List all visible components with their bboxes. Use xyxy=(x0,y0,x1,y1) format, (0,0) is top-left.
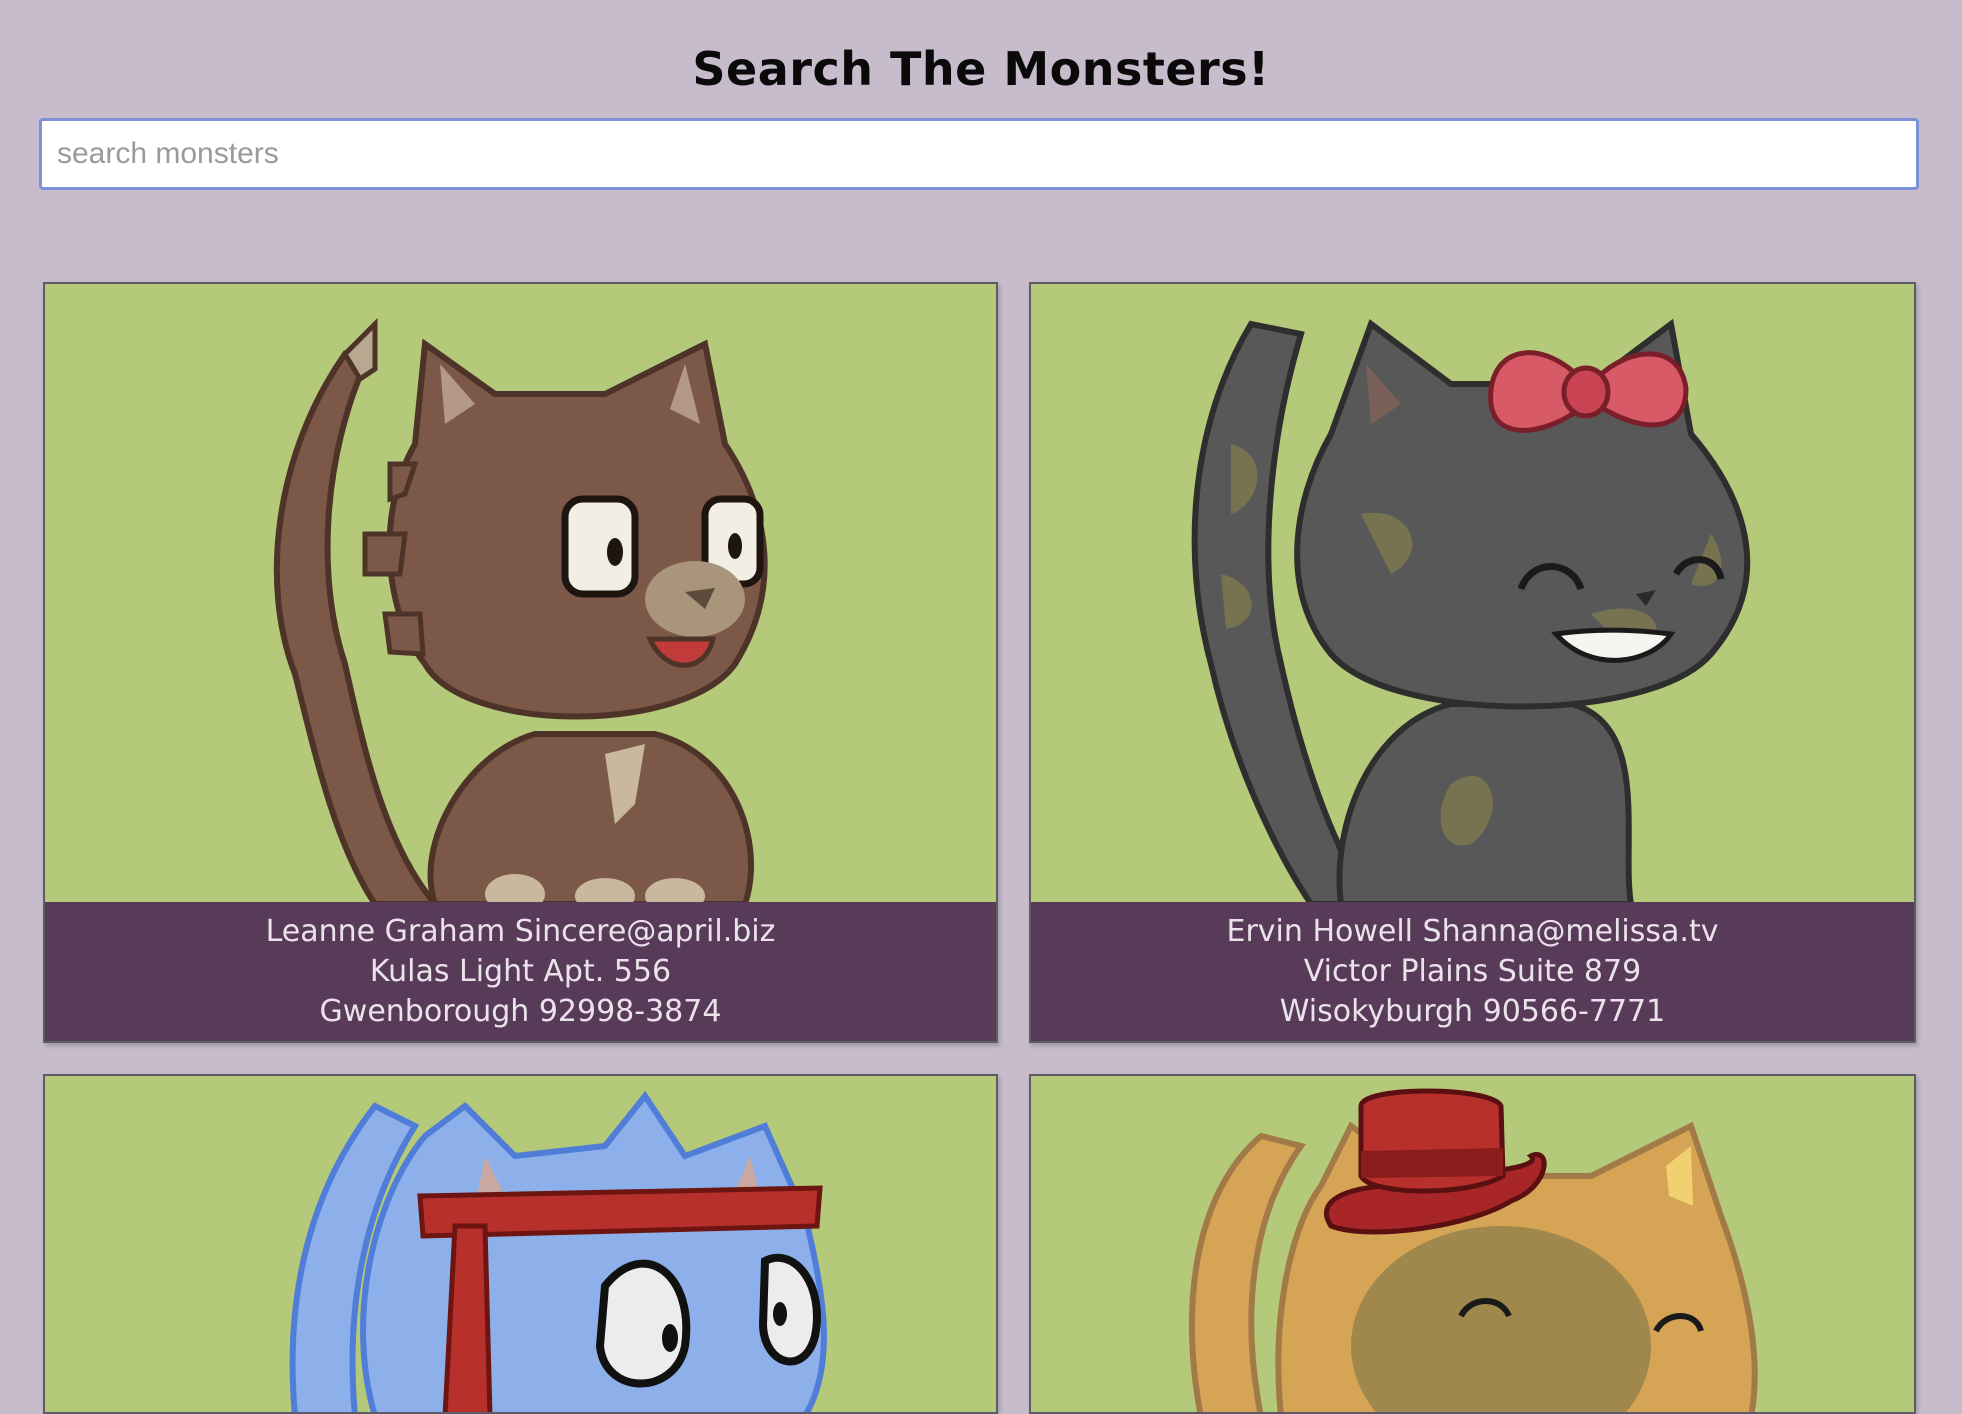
blue-cat-image xyxy=(45,1076,996,1412)
black-cat-image xyxy=(1031,284,1914,904)
monster-caption: Leanne Graham Sincere@april.biz Kulas Li… xyxy=(45,902,996,1041)
monster-street: Kulas Light Apt. 556 xyxy=(369,954,672,989)
monster-street: Victor Plains Suite 879 xyxy=(1303,954,1642,989)
monster-city: Gwenborough 92998-3874 xyxy=(319,994,722,1029)
monster-card[interactable] xyxy=(1029,1074,1916,1414)
monster-card[interactable] xyxy=(43,1074,998,1414)
orange-cat-image xyxy=(1031,1076,1914,1412)
monster-name-email: Leanne Graham Sincere@april.biz xyxy=(265,914,776,949)
monster-card[interactable]: Leanne Graham Sincere@april.biz Kulas Li… xyxy=(43,282,998,1043)
page-title: Search The Monsters! xyxy=(692,42,1270,96)
brown-cat-image xyxy=(45,284,996,904)
monster-city: Wisokyburgh 90566-7771 xyxy=(1279,994,1666,1029)
monster-caption: Ervin Howell Shanna@melissa.tv Victor Pl… xyxy=(1031,902,1914,1041)
monster-card[interactable]: Ervin Howell Shanna@melissa.tv Victor Pl… xyxy=(1029,282,1916,1043)
search-input[interactable] xyxy=(39,118,1919,190)
monster-name-email: Ervin Howell Shanna@melissa.tv xyxy=(1226,914,1719,949)
